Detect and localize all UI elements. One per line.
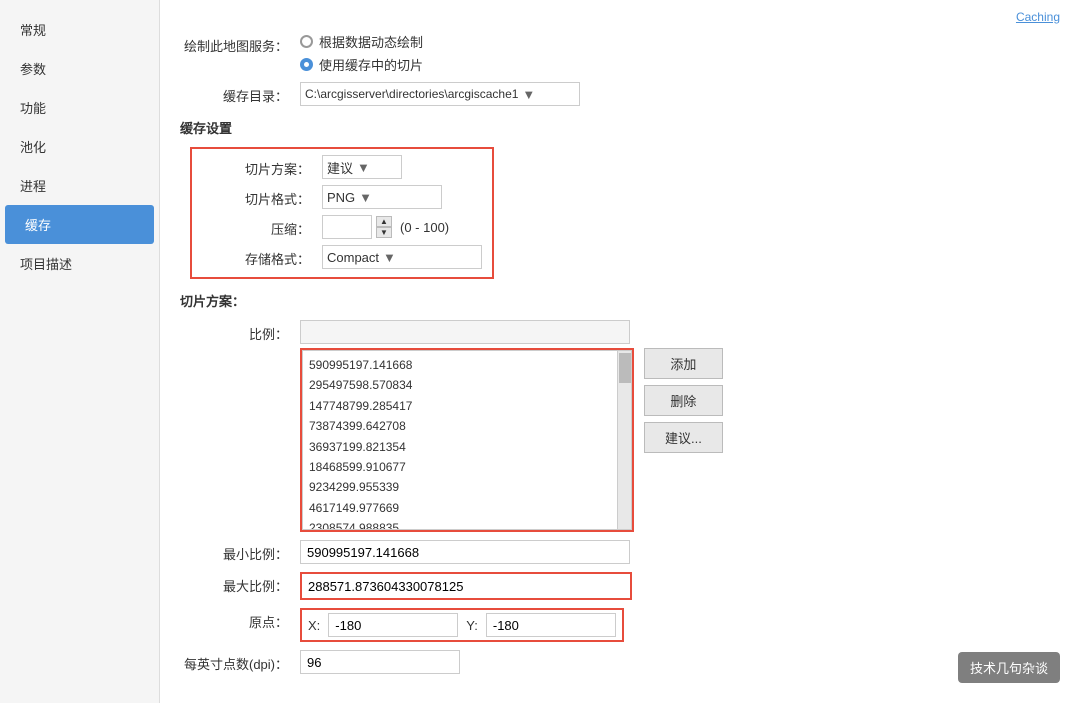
scale-item-0[interactable]: 590995197.141668 (309, 355, 625, 375)
suggest-scale-button[interactable]: 建议... (644, 422, 723, 453)
sidebar-item-chihua[interactable]: 池化 (0, 127, 159, 166)
scale-item-8[interactable]: 2308574.988835 (309, 518, 625, 530)
scale-item-3[interactable]: 73874399.642708 (309, 416, 625, 436)
tile-scheme-section-header: 切片方案： (180, 291, 1060, 312)
max-scale-border (300, 572, 632, 600)
max-scale-value (300, 572, 1060, 600)
cache-dir-value: C:\arcgisserver\directories\arcgiscache1… (300, 82, 1060, 106)
scale-item-4[interactable]: 36937199.821354 (309, 437, 625, 457)
caching-link[interactable]: Caching (180, 10, 1060, 24)
tile-scheme-select-wrap: 建议 ▼ (322, 155, 482, 179)
compression-down[interactable]: ▼ (376, 227, 392, 238)
cache-dir-row: 缓存目录： C:\arcgisserver\directories\arcgis… (180, 82, 1060, 106)
cache-settings-box: 切片方案： 建议 ▼ 切片格式： (190, 147, 494, 279)
origin-label: 原点： (180, 608, 300, 631)
format-arrow: ▼ (359, 190, 372, 205)
scale-item-6[interactable]: 9234299.955339 (309, 477, 625, 497)
dpi-label: 每英寸点数(dpi)： (180, 650, 300, 673)
tile-scheme-label: 切片方案： (202, 155, 322, 178)
sidebar-item-xiangmu[interactable]: 项目描述 (0, 244, 159, 283)
origin-value: X: Y: (300, 608, 1060, 642)
scale-label: 比例： (180, 320, 300, 343)
radio-cache[interactable]: 使用缓存中的切片 (300, 55, 1060, 74)
watermark: 技术几句杂谈 (958, 652, 1060, 683)
storage-format-select[interactable]: Compact ▼ (322, 245, 482, 269)
scale-scrollbar[interactable] (617, 351, 631, 529)
scale-item-5[interactable]: 18468599.910677 (309, 457, 625, 477)
sidebar-item-jincheng[interactable]: 进程 (0, 166, 159, 205)
storage-format-label: 存储格式： (202, 245, 322, 268)
cache-settings-header: 缓存设置 (180, 118, 1060, 139)
max-scale-input[interactable] (302, 574, 630, 598)
storage-format-select-wrap: Compact ▼ (322, 245, 482, 269)
cache-dir-label: 缓存目录： (180, 82, 300, 105)
compression-spinner: ▲ ▼ (376, 216, 392, 238)
sidebar-item-canshu[interactable]: 参数 (0, 49, 159, 88)
radio-dynamic[interactable]: 根据数据动态绘制 (300, 32, 1060, 51)
origin-y-input[interactable] (486, 613, 616, 637)
main-content: Caching 绘制此地图服务： 根据数据动态绘制 使用缓存中的切片 (160, 0, 1080, 703)
storage-format-row: 存储格式： Compact ▼ (202, 245, 482, 269)
dpi-value (300, 650, 1060, 674)
scale-list-content: 590995197.141668 295497598.570834 147748… (303, 351, 631, 530)
compression-row: 压缩： 75 ▲ ▼ (0 - 100) (202, 215, 482, 239)
scale-side-buttons: 添加 删除 建议... (644, 348, 723, 453)
scale-section: 590995197.141668 295497598.570834 147748… (300, 348, 1060, 532)
min-scale-label: 最小比例： (180, 540, 300, 563)
scale-item-7[interactable]: 4617149.977669 (309, 498, 625, 518)
tile-scheme-select[interactable]: 建议 ▼ (322, 155, 402, 179)
max-scale-row: 最大比例： (180, 572, 1060, 600)
min-scale-value (300, 540, 1060, 564)
tile-format-label: 切片格式： (202, 185, 322, 208)
scale-content: 590995197.141668 295497598.570834 147748… (300, 320, 1060, 532)
sidebar-item-huancun[interactable]: 缓存 (5, 205, 154, 244)
scheme-arrow: ▼ (357, 160, 370, 175)
sidebar-item-gongneng[interactable]: 功能 (0, 88, 159, 127)
cache-dir-arrow: ▼ (522, 87, 535, 102)
sidebar-item-changgui[interactable]: 常规 (0, 10, 159, 49)
cache-dir-select[interactable]: C:\arcgisserver\directories\arcgiscache1… (300, 82, 580, 106)
scale-listbox[interactable]: 590995197.141668 295497598.570834 147748… (302, 350, 632, 530)
compression-label: 压缩： (202, 215, 322, 238)
scale-row: 比例： 590995197.141668 295497598.570834 14… (180, 320, 1060, 532)
tile-format-select[interactable]: PNG ▼ (322, 185, 442, 209)
tile-scheme-row: 切片方案： 建议 ▼ (202, 155, 482, 179)
origin-x-input[interactable] (328, 613, 458, 637)
delete-scale-button[interactable]: 删除 (644, 385, 723, 416)
scale-scrollbar-thumb[interactable] (619, 353, 631, 383)
radio-dynamic-circle[interactable] (300, 35, 313, 48)
storage-arrow: ▼ (383, 250, 396, 265)
dpi-input[interactable] (300, 650, 460, 674)
min-scale-input[interactable] (300, 540, 630, 564)
scale-top-input[interactable] (300, 320, 630, 344)
scale-item-2[interactable]: 147748799.285417 (309, 396, 625, 416)
tile-format-select-wrap: PNG ▼ (322, 185, 482, 209)
max-scale-label: 最大比例： (180, 572, 300, 595)
compression-value-wrap: 75 ▲ ▼ (0 - 100) (322, 215, 482, 239)
compression-input[interactable]: 75 (322, 215, 372, 239)
scale-item-1[interactable]: 295497598.570834 (309, 375, 625, 395)
origin-row: 原点： X: Y: (180, 608, 1060, 642)
map-service-options: 根据数据动态绘制 使用缓存中的切片 (300, 32, 1060, 74)
min-scale-row: 最小比例： (180, 540, 1060, 564)
compression-up[interactable]: ▲ (376, 216, 392, 227)
dpi-row: 每英寸点数(dpi)： (180, 650, 1060, 674)
add-scale-button[interactable]: 添加 (644, 348, 723, 379)
map-service-row: 绘制此地图服务： 根据数据动态绘制 使用缓存中的切片 (180, 32, 1060, 74)
origin-border: X: Y: (300, 608, 624, 642)
sidebar: 常规 参数 功能 池化 进程 缓存 项目描述 (0, 0, 160, 703)
radio-cache-circle[interactable] (300, 58, 313, 71)
tile-format-row: 切片格式： PNG ▼ (202, 185, 482, 209)
scale-listbox-border: 590995197.141668 295497598.570834 147748… (300, 348, 634, 532)
map-service-label: 绘制此地图服务： (180, 32, 300, 55)
